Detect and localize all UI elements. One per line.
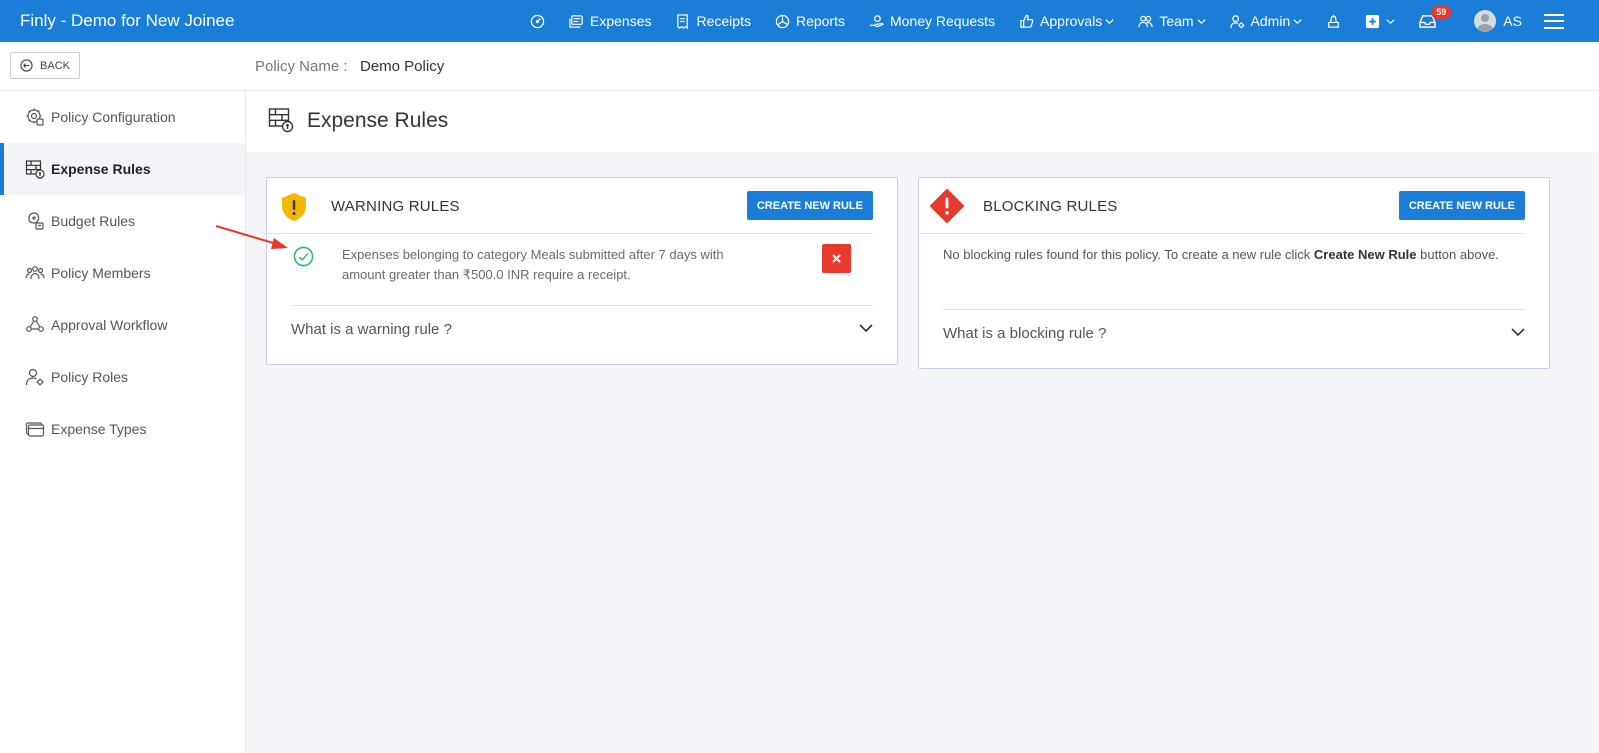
close-icon	[832, 254, 841, 263]
user-menu[interactable]: AS	[1474, 0, 1532, 42]
admin-icon	[1229, 14, 1244, 28]
nav-expenses[interactable]: Expenses	[569, 0, 651, 42]
team-icon	[1138, 15, 1153, 27]
sidebar-item-label: Policy Members	[51, 265, 151, 281]
warning-rules-header: WARNING RULES CREATE NEW RULE	[267, 178, 873, 234]
page-title: Expense Rules	[307, 109, 449, 132]
nav-money-requests[interactable]: Money Requests	[869, 0, 995, 42]
nav-admin-label: Admin	[1250, 13, 1291, 29]
blocking-rule-info-accordion[interactable]: What is a blocking rule ?	[943, 310, 1525, 356]
receipts-icon	[677, 13, 689, 29]
sidebar-item-label: Expense Rules	[51, 161, 151, 177]
accordion-label: What is a blocking rule ?	[943, 324, 1107, 342]
warning-rule-text: Expenses belonging to category Meals sub…	[342, 247, 724, 282]
nav-approvals-label: Approvals	[1040, 13, 1103, 29]
policy-members-icon	[25, 266, 45, 280]
reports-icon	[775, 14, 790, 28]
top-navbar: Finly - Demo for New Joinee Expenses Rec…	[0, 0, 1599, 42]
empty-state-prefix: No blocking rules found for this policy.…	[943, 247, 1314, 262]
sidebar-item-policy-configuration[interactable]: Policy Configuration	[0, 91, 245, 143]
nav-reports[interactable]: Reports	[775, 0, 845, 42]
delete-rule-button[interactable]	[822, 244, 851, 273]
money-requests-icon	[869, 14, 884, 27]
add-new-menu[interactable]	[1365, 0, 1395, 42]
approvals-icon	[1020, 14, 1034, 28]
nav-expenses-label: Expenses	[590, 13, 652, 29]
empty-state-text: No blocking rules found for this policy.…	[943, 245, 1513, 265]
expense-types-icon	[25, 422, 45, 437]
page-header: Expense Rules	[246, 91, 1599, 152]
policy-header: BACK Policy Name : Demo Policy	[0, 42, 1599, 91]
blocking-rules-header: BLOCKING RULES CREATE NEW RULE	[919, 178, 1525, 234]
back-button-label: BACK	[40, 59, 70, 72]
nav-money-requests-label: Money Requests	[889, 13, 996, 29]
blocking-rules-title: BLOCKING RULES	[983, 198, 1118, 215]
chevron-down-icon	[1386, 18, 1395, 24]
hamburger-menu-icon[interactable]	[1543, 13, 1564, 29]
policy-name-label: Policy Name :	[255, 58, 348, 75]
chevron-down-icon	[1105, 18, 1114, 24]
chevron-down-icon	[1511, 328, 1525, 337]
empty-state-suffix: button above.	[1416, 247, 1499, 262]
approval-workflow-icon	[26, 316, 44, 332]
warning-rules-card: WARNING RULES CREATE NEW RULE Expenses b…	[266, 177, 898, 365]
nav-receipts-label: Receipts	[696, 13, 751, 29]
plus-square-icon	[1366, 14, 1380, 28]
sidebar-item-approval-workflow[interactable]: Approval Workflow	[0, 299, 245, 351]
create-blocking-rule-button[interactable]: CREATE NEW RULE	[1398, 191, 1525, 220]
sidebar-item-label: Policy Roles	[51, 369, 129, 385]
expense-rules-icon	[268, 108, 294, 133]
sidebar-item-label: Budget Rules	[51, 213, 136, 229]
expense-rules-icon	[25, 160, 45, 179]
sidebar-item-label: Policy Configuration	[51, 109, 176, 125]
sidebar-item-label: Approval Workflow	[51, 317, 168, 333]
policy-configuration-icon	[26, 108, 44, 126]
sidebar-item-policy-members[interactable]: Policy Members	[0, 247, 245, 299]
check-circle-icon	[293, 246, 314, 267]
sidebar-item-policy-roles[interactable]: Policy Roles	[0, 351, 245, 403]
back-arrow-icon	[20, 59, 33, 72]
inbox-count-badge: 59	[1431, 6, 1452, 19]
create-warning-rule-button[interactable]: CREATE NEW RULE	[746, 191, 873, 220]
warning-rules-title: WARNING RULES	[331, 198, 460, 215]
nav-approvals[interactable]: Approvals	[1019, 0, 1114, 42]
warning-rule-info-accordion[interactable]: What is a warning rule ?	[291, 306, 873, 352]
app-title[interactable]: Finly - Demo for New Joinee	[20, 11, 234, 31]
nav-reports-label: Reports	[795, 13, 845, 29]
chevron-down-icon	[1293, 18, 1302, 24]
accordion-label: What is a warning rule ?	[291, 320, 452, 338]
sidebar-item-label: Expense Types	[51, 421, 147, 437]
policy-name-value: Demo Policy	[360, 58, 445, 75]
sidebar-item-expense-types[interactable]: Expense Types	[0, 403, 245, 455]
cart-icon[interactable]	[1326, 0, 1341, 42]
nav-team-label: Team	[1159, 13, 1194, 29]
alert-diamond-icon	[930, 189, 964, 223]
back-button[interactable]: BACK	[10, 52, 80, 79]
nav-admin[interactable]: Admin	[1229, 0, 1303, 42]
chevron-down-icon	[1197, 18, 1206, 24]
dashboard-icon[interactable]	[530, 0, 545, 42]
nav-team[interactable]: Team	[1138, 0, 1206, 42]
inbox-button[interactable]: 59	[1419, 0, 1452, 42]
user-initials: AS	[1503, 13, 1522, 29]
sidebar-item-budget-rules[interactable]: Budget Rules	[0, 195, 245, 247]
warning-shield-icon	[282, 193, 306, 221]
nav-receipts[interactable]: Receipts	[675, 0, 751, 42]
sidebar-item-expense-rules[interactable]: Expense Rules	[0, 143, 245, 195]
budget-rules-icon	[28, 212, 44, 230]
expenses-icon	[569, 14, 583, 28]
empty-state-link-text: Create New Rule	[1313, 247, 1417, 262]
no-blocking-rules-message: No blocking rules found for this policy.…	[943, 234, 1525, 310]
policy-roles-icon	[25, 368, 44, 386]
policy-sidebar: Policy Configuration Expense Rules Budge…	[0, 91, 246, 753]
blocking-rules-card: BLOCKING RULES CREATE NEW RULE No blocki…	[918, 177, 1550, 369]
chevron-down-icon	[859, 324, 873, 333]
main-nav: Expenses Receipts Reports Money Requests…	[530, 0, 1564, 42]
warning-rule-row: Expenses belonging to category Meals sub…	[291, 234, 873, 306]
avatar	[1474, 10, 1497, 32]
